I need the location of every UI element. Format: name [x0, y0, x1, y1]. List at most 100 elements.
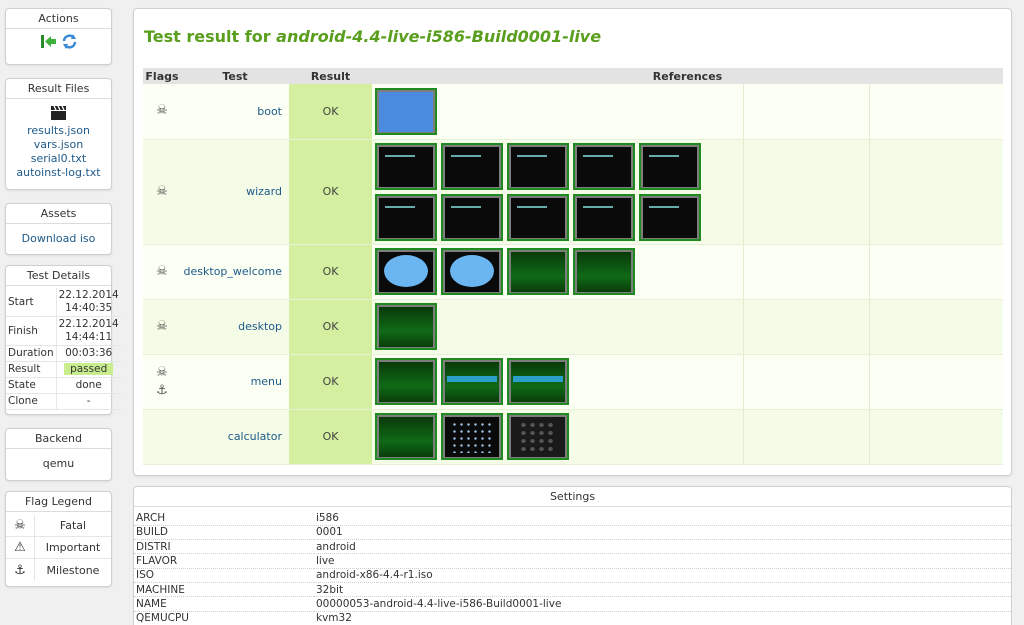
screenshot-thumbnail[interactable] [573, 248, 635, 295]
download-iso-link[interactable]: Download iso [22, 232, 96, 245]
anchor-icon: ⚓ [14, 562, 26, 578]
setting-value: live [314, 553, 1011, 569]
backend-box: Backend qemu [5, 428, 112, 481]
detail-key: State [6, 377, 57, 394]
legend-label: Fatal [34, 515, 111, 536]
test-cell: boot [181, 84, 289, 140]
screenshot-thumbnail[interactable] [507, 248, 569, 295]
setting-key: DISTRI [134, 539, 314, 555]
detail-value: passed [55, 361, 121, 378]
references-empty-cell [868, 354, 1003, 410]
setting-row: BUILD 0001 [134, 525, 1011, 541]
screenshot-thumbnail[interactable] [375, 413, 437, 460]
screenshot-thumbnail[interactable] [573, 193, 635, 241]
legend-row: ☠ Fatal [6, 515, 111, 537]
results-table: Flags Test Result References ☠ boot OK ☠ wiz… [143, 68, 1003, 465]
col-test: Test [181, 68, 289, 84]
table-row: ☠ boot OK [143, 84, 1003, 140]
detail-value: 22.12.2014 14:44:11 [55, 316, 121, 346]
result-badge: passed [64, 363, 114, 375]
references-empty-cell [742, 244, 869, 300]
test-name-link[interactable]: desktop_welcome [184, 265, 282, 278]
test-cell: desktop_welcome [181, 244, 289, 300]
table-row: ☠ desktop_welcome OK [143, 244, 1003, 300]
test-cell: wizard [181, 139, 289, 245]
result-cell: OK [289, 409, 372, 465]
col-flags: Flags [143, 68, 181, 84]
screenshot-thumbnail[interactable] [441, 248, 503, 295]
page-title: Test result for android-4.4-live-i586-Bu… [144, 27, 602, 46]
setting-key: FLAVOR [134, 553, 314, 569]
screenshot-thumbnail[interactable] [375, 142, 437, 190]
settings-table: ARCH i586 BUILD 0001 DISTRI android FLAVOR live… [134, 511, 1011, 625]
screenshot-thumbnail[interactable] [441, 142, 503, 190]
screenshot-thumbnail[interactable] [573, 142, 635, 190]
setting-row: NAME 00000053-android-4.4-live-i586-Build… [134, 596, 1011, 612]
test-name-link[interactable]: menu [251, 375, 282, 388]
detail-key: Finish [6, 316, 57, 346]
flags-cell: ☠ [143, 139, 181, 245]
setting-key: ARCH [134, 511, 314, 526]
detail-key: Duration [6, 345, 57, 362]
test-name-link[interactable]: wizard [246, 185, 282, 198]
detail-row: Finish 22.12.2014 14:44:11 [6, 316, 121, 346]
setting-row: MACHINE 32bit [134, 582, 1011, 598]
references-empty-cell [742, 354, 869, 410]
references-cell [372, 409, 743, 465]
flags-cell: ☠ [143, 299, 181, 355]
screenshot-thumbnail[interactable] [441, 413, 503, 460]
test-name-link[interactable]: desktop [238, 320, 282, 333]
flag-legend-box: Flag Legend ☠ Fatal ⚠ Important ⚓ Milestone [5, 491, 112, 587]
anchor-icon: ⚓ [156, 382, 168, 398]
screenshot-thumbnail[interactable] [507, 358, 569, 405]
screenshot-thumbnail[interactable] [375, 358, 437, 405]
screenshot-thumbnail[interactable] [507, 413, 569, 460]
actions-box: Actions [5, 8, 112, 65]
legend-label: Milestone [34, 559, 111, 581]
test-name-link[interactable]: calculator [228, 430, 282, 443]
setting-key: QEMUCPU [134, 611, 314, 625]
result-file-link[interactable]: vars.json [10, 138, 107, 152]
screenshot-thumbnail[interactable] [441, 358, 503, 405]
screenshot-thumbnail[interactable] [639, 193, 701, 241]
test-name-link[interactable]: boot [257, 105, 282, 118]
screenshot-thumbnail[interactable] [375, 248, 437, 295]
skull-icon: ☠ [156, 364, 168, 380]
setting-value: android-x86-4.4-r1.iso [314, 568, 1011, 583]
clapperboard-icon [50, 105, 67, 121]
result-file-link[interactable]: results.json [10, 124, 107, 138]
col-result: Result [289, 68, 372, 84]
legend-label: Important [34, 537, 111, 558]
flags-cell [143, 409, 181, 465]
references-empty-cell [868, 244, 1003, 300]
result-files-box: Result Files results.json vars.json serial… [5, 78, 112, 190]
screenshot-thumbnail[interactable] [375, 87, 437, 135]
detail-row: State done [6, 377, 121, 394]
screenshot-thumbnail[interactable] [375, 193, 437, 241]
result-cell: OK [289, 244, 372, 300]
restart-icon[interactable] [61, 33, 78, 50]
flags-cell: ☠ [143, 84, 181, 140]
screenshot-thumbnail[interactable] [507, 193, 569, 241]
screenshot-thumbnail[interactable] [441, 193, 503, 241]
setting-value: 32bit [314, 582, 1011, 598]
result-files-title: Result Files [6, 79, 111, 99]
setting-key: MACHINE [134, 582, 314, 598]
screenshot-thumbnail[interactable] [639, 142, 701, 190]
back-to-job-group-icon[interactable] [40, 33, 57, 50]
backend-title: Backend [6, 429, 111, 449]
result-file-link[interactable]: autoinst-log.txt [10, 166, 107, 180]
test-details-box: Test Details Start 22.12.2014 14:40:35 Fin… [5, 265, 121, 415]
references-empty-cell [868, 409, 1003, 465]
references-cell [372, 299, 743, 355]
screenshot-thumbnail[interactable] [507, 142, 569, 190]
setting-key: BUILD [134, 525, 314, 541]
result-file-link[interactable]: serial0.txt [10, 152, 107, 166]
detail-row: Duration 00:03:36 [6, 345, 121, 362]
test-cell: desktop [181, 299, 289, 355]
detail-key: Clone [6, 393, 57, 410]
setting-row: ISO android-x86-4.4-r1.iso [134, 568, 1011, 583]
table-row: ☠ desktop OK [143, 299, 1003, 355]
screenshot-thumbnail[interactable] [375, 303, 437, 350]
test-details-table: Start 22.12.2014 14:40:35 Finish 22.12.2014… [6, 288, 121, 410]
